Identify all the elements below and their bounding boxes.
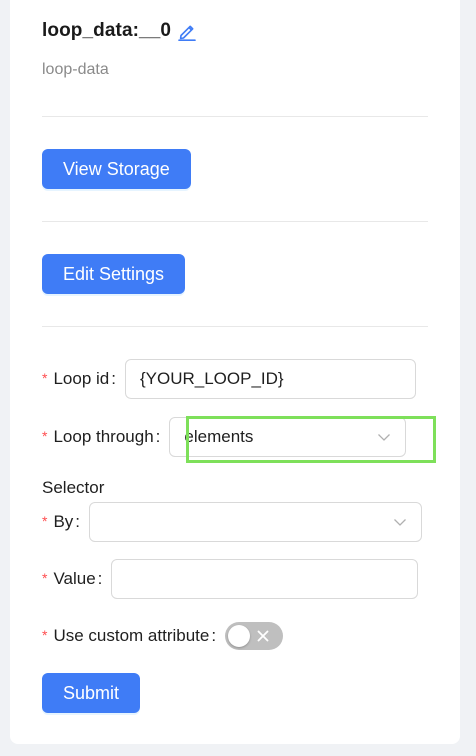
- title-row: loop_data:__0: [42, 18, 197, 44]
- required-mark: *: [42, 370, 48, 386]
- submit-button[interactable]: Submit: [42, 673, 141, 713]
- selector-section-label: Selector: [42, 478, 105, 497]
- divider: [42, 326, 428, 327]
- loop-id-label: Loop id: [53, 369, 110, 388]
- required-mark: *: [42, 428, 48, 444]
- close-icon: [253, 626, 273, 646]
- chevron-down-icon: [393, 515, 407, 529]
- divider: [42, 221, 428, 222]
- label-colon: :: [75, 512, 81, 531]
- divider: [42, 116, 428, 117]
- switch-knob: [228, 625, 251, 647]
- selector-by-row: * By :: [42, 502, 423, 542]
- label-colon: :: [155, 427, 161, 446]
- edit-pencil-icon[interactable]: [177, 21, 197, 41]
- selector-value-label: Value: [53, 569, 96, 588]
- loop-id-input[interactable]: [124, 359, 416, 399]
- focus-highlight-box: [186, 416, 436, 463]
- label-colon: :: [211, 626, 217, 645]
- required-mark: *: [42, 513, 48, 529]
- loop-through-label: Loop through: [53, 427, 154, 446]
- settings-panel: loop_data:__0 loop-data View Storage Edi…: [10, 0, 460, 744]
- view-storage-button[interactable]: View Storage: [42, 149, 191, 189]
- page-title: loop_data:__0: [42, 20, 172, 41]
- required-mark: *: [42, 570, 48, 586]
- edit-settings-button[interactable]: Edit Settings: [42, 254, 186, 294]
- page-subtitle: loop-data: [42, 61, 109, 78]
- use-custom-attribute-label: Use custom attribute: [53, 626, 210, 645]
- selector-by-label: By: [53, 512, 74, 531]
- use-custom-attribute-switch[interactable]: [225, 622, 284, 650]
- selector-by-select[interactable]: [89, 502, 423, 542]
- required-mark: *: [42, 627, 48, 643]
- selector-value-input[interactable]: [111, 559, 419, 599]
- use-custom-attribute-row: * Use custom attribute :: [42, 622, 284, 650]
- label-colon: :: [97, 569, 103, 588]
- label-colon: :: [111, 369, 116, 388]
- selector-value-row: * Value :: [42, 559, 419, 599]
- loop-id-row: * Loop id :: [42, 359, 416, 399]
